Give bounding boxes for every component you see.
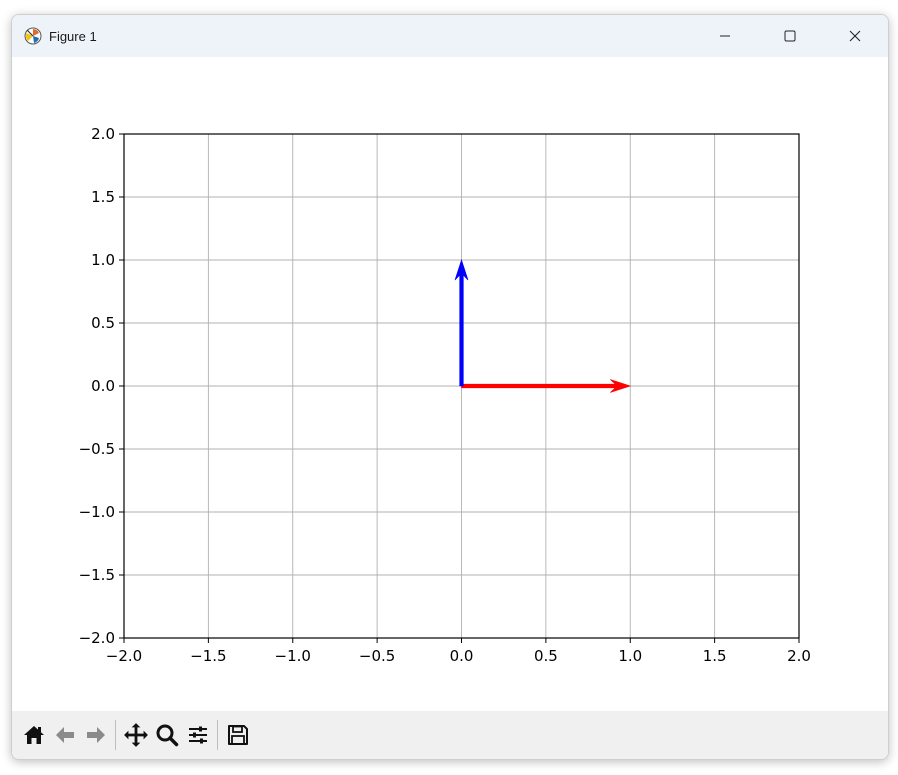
y-tick-label: 0.0 <box>91 377 115 395</box>
window-title: Figure 1 <box>49 28 97 44</box>
toolbar-separator <box>115 720 116 750</box>
x-tick-label: 1.5 <box>703 647 727 665</box>
close-icon <box>849 30 861 42</box>
vector-arrows <box>454 259 632 393</box>
pan-button[interactable] <box>120 717 151 753</box>
x-tick-label: 0.5 <box>534 647 558 665</box>
toolbar-separator <box>217 720 218 750</box>
y-tick-label: 0.5 <box>91 314 115 332</box>
save-icon <box>227 725 248 745</box>
y-tick-label: −0.5 <box>79 440 115 458</box>
close-button[interactable] <box>832 15 878 57</box>
x-tick-label: 0.0 <box>450 647 474 665</box>
y-tick-label: −1.5 <box>79 566 115 584</box>
y-tick-label: 1.0 <box>91 251 115 269</box>
configure-subplots-button[interactable] <box>182 717 213 753</box>
y-tick-label: −1.0 <box>79 503 115 521</box>
axis-ticks: −2.0 −1.5 −1.0 −0.5 0.0 0.5 1.0 1.5 2.0 −2.0 −1.5 −… <box>79 125 811 665</box>
figure-window: Figure 1 −2.0 −1.5 −1.0 −0.5 0.0 0.5 1.0 1.5 2.0… <box>11 14 889 760</box>
forward-icon <box>86 727 105 743</box>
save-button[interactable] <box>222 717 253 753</box>
minimize-icon <box>720 35 730 37</box>
configure-subplots-icon <box>188 726 207 744</box>
home-button[interactable] <box>18 717 49 753</box>
x-tick-label: −1.0 <box>275 647 311 665</box>
y-tick-label: −2.0 <box>79 629 115 647</box>
title-bar[interactable]: Figure 1 <box>12 15 888 57</box>
navigation-toolbar <box>12 711 888 759</box>
quiver-chart: −2.0 −1.5 −1.0 −0.5 0.0 0.5 1.0 1.5 2.0 −2.0 −1.5 −… <box>79 125 811 665</box>
matplotlib-icon <box>23 26 43 46</box>
y-tick-label: 1.5 <box>91 188 115 206</box>
zoom-button[interactable] <box>151 717 182 753</box>
back-icon <box>55 727 74 743</box>
figure-canvas[interactable]: −2.0 −1.5 −1.0 −0.5 0.0 0.5 1.0 1.5 2.0 −2.0 −1.5 −… <box>12 57 888 711</box>
x-tick-label: −1.5 <box>190 647 226 665</box>
x-tick-label: −0.5 <box>359 647 395 665</box>
back-button[interactable] <box>49 717 80 753</box>
home-icon <box>23 726 44 744</box>
x-tick-label: 2.0 <box>787 647 811 665</box>
minimize-button[interactable] <box>702 15 748 57</box>
pan-icon <box>123 723 148 747</box>
x-tick-label: −2.0 <box>106 647 142 665</box>
forward-button[interactable] <box>80 717 111 753</box>
x-tick-label: 1.0 <box>618 647 642 665</box>
maximize-icon <box>784 30 796 42</box>
zoom-icon <box>156 724 178 747</box>
y-tick-label: 2.0 <box>91 125 115 143</box>
maximize-button[interactable] <box>767 15 813 57</box>
